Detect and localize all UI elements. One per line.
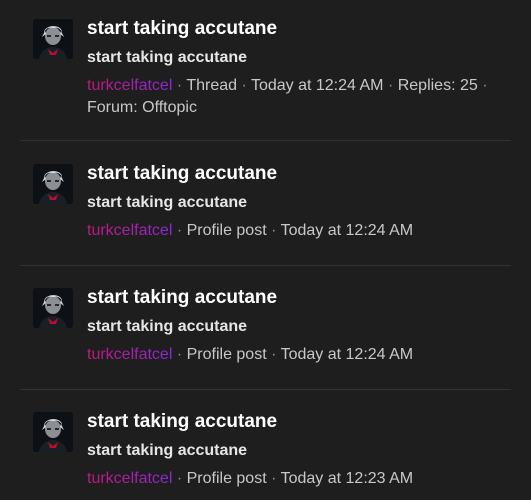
avatar-image <box>33 164 73 204</box>
timestamp: Today at 12:24 AM <box>280 346 414 363</box>
meta-separator: · <box>176 77 183 94</box>
timestamp: Today at 12:23 AM <box>280 470 414 487</box>
result-snippet: start taking accutane <box>87 194 248 211</box>
search-results-list: start taking accutane start taking accut… <box>0 0 531 500</box>
meta-separator: · <box>176 346 183 363</box>
result-snippet: start taking accutane <box>87 318 248 335</box>
user-avatar-icon[interactable] <box>33 164 73 204</box>
forum-link[interactable]: Forum: Offtopic <box>87 99 197 116</box>
result-title[interactable]: start taking accutane <box>87 411 277 433</box>
result-title[interactable]: start taking accutane <box>87 287 277 309</box>
meta-separator: · <box>271 222 277 239</box>
timestamp: Today at 12:24 AM <box>280 222 414 239</box>
reply-count: Replies: 25 <box>397 77 478 94</box>
meta-separator: · <box>176 470 183 487</box>
user-avatar-icon[interactable] <box>33 288 73 328</box>
meta-separator: · <box>176 222 183 239</box>
meta-separator: · <box>387 77 394 94</box>
search-result-item[interactable]: start taking accutane start taking accut… <box>0 0 531 141</box>
user-avatar-icon[interactable] <box>33 19 73 59</box>
meta-separator: · <box>271 470 277 487</box>
result-snippet: start taking accutane <box>87 442 248 459</box>
avatar-image <box>33 19 73 59</box>
result-meta: turkcelfatcel · Thread · Today at 12:24 … <box>87 75 492 119</box>
meta-separator: · <box>241 77 247 94</box>
result-snippet: start taking accutane <box>87 49 248 66</box>
username-link[interactable]: turkcelfatcel <box>87 346 172 363</box>
divider <box>20 140 511 141</box>
avatar-image <box>33 412 73 452</box>
content-type: Profile post <box>186 470 267 487</box>
result-meta: turkcelfatcel · Profile post · Today at … <box>87 344 492 366</box>
meta-separator: · <box>271 346 277 363</box>
content-type: Profile post <box>186 346 267 363</box>
meta-separator: · <box>482 77 488 94</box>
content-type: Thread <box>186 77 238 94</box>
timestamp: Today at 12:24 AM <box>250 77 384 94</box>
search-result-item[interactable]: start taking accutane start taking accut… <box>0 269 531 390</box>
search-result-item[interactable]: start taking accutane start taking accut… <box>0 393 531 500</box>
divider <box>20 265 511 266</box>
content-type: Profile post <box>186 222 267 239</box>
result-meta: turkcelfatcel · Profile post · Today at … <box>87 468 492 490</box>
divider <box>20 389 511 390</box>
result-title[interactable]: start taking accutane <box>87 18 277 40</box>
result-title[interactable]: start taking accutane <box>87 163 277 185</box>
search-result-item[interactable]: start taking accutane start taking accut… <box>0 145 531 266</box>
username-link[interactable]: turkcelfatcel <box>87 470 172 487</box>
username-link[interactable]: turkcelfatcel <box>87 77 172 94</box>
username-link[interactable]: turkcelfatcel <box>87 222 172 239</box>
user-avatar-icon[interactable] <box>33 412 73 452</box>
avatar-image <box>33 288 73 328</box>
result-meta: turkcelfatcel · Profile post · Today at … <box>87 220 492 242</box>
